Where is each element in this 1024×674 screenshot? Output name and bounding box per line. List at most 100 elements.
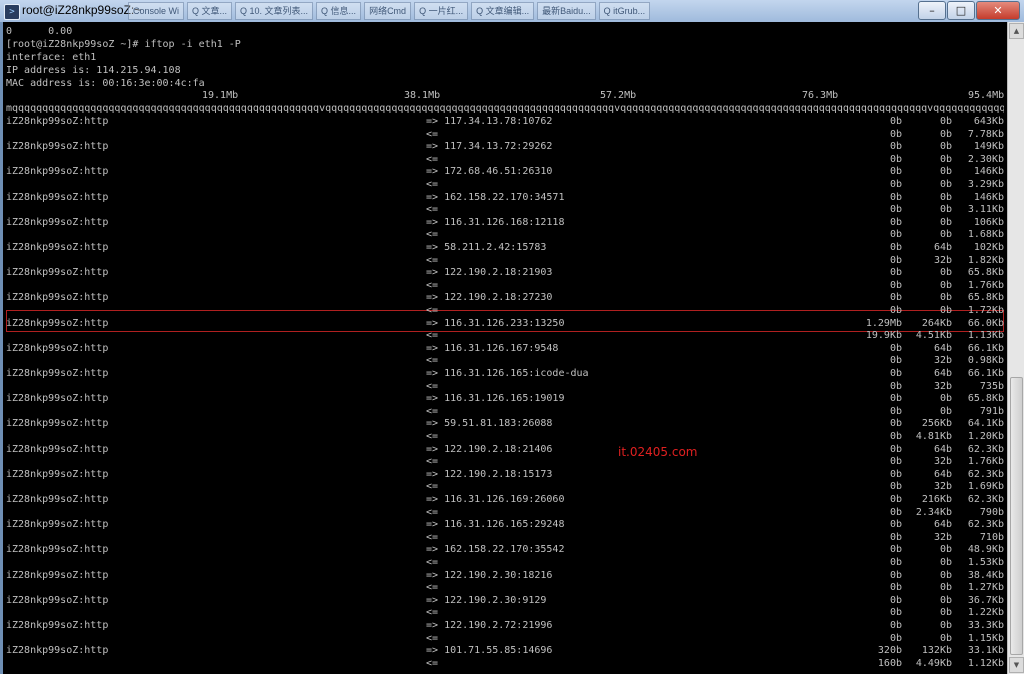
background-tab[interactable]: Q 文章... <box>187 2 233 20</box>
background-tab[interactable]: 网络Cmd <box>364 2 412 20</box>
outbound-arrow: => 117.34.13.78:10762 <box>426 116 553 127</box>
inbound-rate: 0b <box>939 179 952 190</box>
minimize-button[interactable]: – <box>918 1 946 20</box>
connection-row-outbound: iZ28nkp99soZ:http => 162.158.22.170:35542… <box>6 543 1006 556</box>
remote-address: 101.71.55.85:14696 <box>444 645 553 656</box>
local-host: iZ28nkp99soZ:http <box>6 242 109 253</box>
scrollbar-thumb[interactable] <box>1010 377 1023 655</box>
inbound-rate: 0b <box>889 229 902 240</box>
connection-row-inbound: <= 0b 0b 1.53Kb <box>6 556 1006 569</box>
scale-label: 57.2Mb <box>600 90 637 101</box>
connection-row-outbound: iZ28nkp99soZ:http => 101.71.55.85:14696 32… <box>6 644 1006 657</box>
inbound-rate: 0b <box>889 607 902 618</box>
local-host: iZ28nkp99soZ:http <box>6 645 109 656</box>
local-host: iZ28nkp99soZ:http <box>6 116 109 127</box>
inbound-rate: 0b <box>889 305 902 316</box>
remote-address: 116.31.126.165:icode-dua <box>444 368 589 379</box>
inbound-rate: 0b <box>889 204 902 215</box>
background-tab[interactable]: Q 信息... <box>316 2 362 20</box>
close-button[interactable]: ✕ <box>976 1 1020 20</box>
inbound-rate: 1.72Kb <box>967 305 1004 316</box>
maximize-button[interactable]: □ <box>947 1 975 20</box>
outbound-arrow: => 116.31.126.165:29248 <box>426 519 565 530</box>
outbound-rate: 0b <box>939 544 952 555</box>
scale-line: 19.1Mb 38.1Mb 57.2Mb 76.3Mb 95.4Mb <box>6 89 1006 102</box>
local-host: iZ28nkp99soZ:http <box>6 494 109 505</box>
inbound-rate: 1.76Kb <box>967 456 1004 467</box>
scroll-up-button[interactable]: ▲ <box>1009 23 1024 39</box>
connection-row-inbound: <= 19.9Kb 4.51Kb 1.13Kb <box>6 329 1006 342</box>
outbound-rate: 0b <box>939 166 952 177</box>
watermark: it.02405.com <box>618 445 698 459</box>
inbound-arrow: <= <box>426 582 439 593</box>
outbound-rate: 33.3Kb <box>967 620 1004 631</box>
inbound-rate: 0.98Kb <box>967 355 1004 366</box>
outbound-rate: 0b <box>889 494 902 505</box>
outbound-arrow: => 116.31.126.169:26060 <box>426 494 565 505</box>
connection-row-inbound: <= 0b 0b 1.68Kb <box>6 228 1006 241</box>
outbound-arrow: => 162.158.22.170:35542 <box>426 544 565 555</box>
outbound-arrow: => 117.34.13.72:29262 <box>426 141 553 152</box>
background-tab[interactable]: 最新Baidu... <box>537 2 596 20</box>
inbound-rate: 19.9Kb <box>865 330 902 341</box>
remote-address: 122.190.2.18:27230 <box>444 292 553 303</box>
remote-address: 122.190.2.18:21406 <box>444 444 553 455</box>
outbound-rate: 149Kb <box>973 141 1004 152</box>
ip-address-line: IP address is: 114.215.94.108 <box>6 65 181 76</box>
connection-row-outbound: iZ28nkp99soZ:http => 116.31.126.165:29248… <box>6 518 1006 531</box>
remote-address: 122.190.2.72:21996 <box>444 620 553 631</box>
vertical-scrollbar[interactable]: ▲ ▼ <box>1007 22 1024 674</box>
inbound-rate: 32b <box>933 456 952 467</box>
outbound-rate: 0b <box>889 620 902 631</box>
window-title: root@iZ28nkp99soZ:~ <box>22 3 142 17</box>
terminal-output[interactable]: 0 0.00 [root@iZ28nkp99soZ ~]# iftop -i e… <box>3 22 1007 674</box>
connection-row-inbound: <= 0b 32b 0.98Kb <box>6 354 1006 367</box>
remote-address: 116.31.126.167:9548 <box>444 343 559 354</box>
outbound-rate: 64b <box>933 242 952 253</box>
outbound-rate: 0b <box>889 393 902 404</box>
background-tab[interactable]: Console Wi <box>128 2 185 20</box>
outbound-rate: 0b <box>939 116 952 127</box>
outbound-rate: 0b <box>939 267 952 278</box>
inbound-rate: 32b <box>933 355 952 366</box>
local-host: iZ28nkp99soZ:http <box>6 544 109 555</box>
inbound-rate: 0b <box>939 229 952 240</box>
connection-row-outbound: iZ28nkp99soZ:http => 116.31.126.165:19019… <box>6 392 1006 405</box>
inbound-rate: 0b <box>889 355 902 366</box>
background-tab-strip: Console Wi Q 文章... Q 10. 文章列表... Q 信息... 网络C… <box>128 2 653 20</box>
outbound-rate: 48.9Kb <box>967 544 1004 555</box>
inbound-rate: 1.27Kb <box>967 582 1004 593</box>
local-host: iZ28nkp99soZ:http <box>6 267 109 278</box>
remote-address: 122.190.2.30:18216 <box>444 570 553 581</box>
outbound-rate: 0b <box>889 292 902 303</box>
background-tab[interactable]: Q 一片红... <box>414 2 469 20</box>
outbound-arrow: => 116.31.126.165:icode-dua <box>426 368 589 379</box>
inbound-rate: 1.22Kb <box>967 607 1004 618</box>
scale-label: 76.3Mb <box>802 90 839 101</box>
background-tab[interactable]: Q 10. 文章列表... <box>235 2 314 20</box>
connection-row-inbound: <= 0b 0b 3.29Kb <box>6 178 1006 191</box>
inbound-rate: 1.53Kb <box>967 557 1004 568</box>
background-tab[interactable]: Q itGrub... <box>598 2 651 20</box>
inbound-rate: 0b <box>889 456 902 467</box>
inbound-rate: 0b <box>939 582 952 593</box>
connection-row-outbound: iZ28nkp99soZ:http => 116.31.126.165:icode… <box>6 367 1006 380</box>
inbound-rate: 0b <box>939 204 952 215</box>
connection-row-outbound: iZ28nkp99soZ:http => 58.211.2.42:15783 0b 6… <box>6 241 1006 254</box>
outbound-arrow: => 122.190.2.72:21996 <box>426 620 553 631</box>
inbound-rate: 1.13Kb <box>967 330 1004 341</box>
scroll-down-button[interactable]: ▼ <box>1009 657 1024 673</box>
inbound-arrow: <= <box>426 179 439 190</box>
outbound-rate: 320b <box>877 645 902 656</box>
connection-row-outbound: iZ28nkp99soZ:http => 116.31.126.169:26060… <box>6 493 1006 506</box>
inbound-rate: 4.81Kb <box>915 431 952 442</box>
terminal-icon: > <box>4 4 20 20</box>
outbound-rate: 0b <box>939 292 952 303</box>
window-controls: – □ ✕ <box>917 1 1020 20</box>
outbound-arrow: => 58.211.2.42:15783 <box>426 242 547 253</box>
connection-row-inbound: <= 0b 32b 1.76Kb <box>6 455 1006 468</box>
connection-row-outbound: iZ28nkp99soZ:http => 117.34.13.78:10762 0b… <box>6 115 1006 128</box>
window-titlebar[interactable]: > root@iZ28nkp99soZ:~ Console Wi Q 文章... Q… <box>0 0 1024 22</box>
interface-line: interface: eth1 <box>6 52 97 63</box>
background-tab[interactable]: Q 文章编辑... <box>471 2 535 20</box>
